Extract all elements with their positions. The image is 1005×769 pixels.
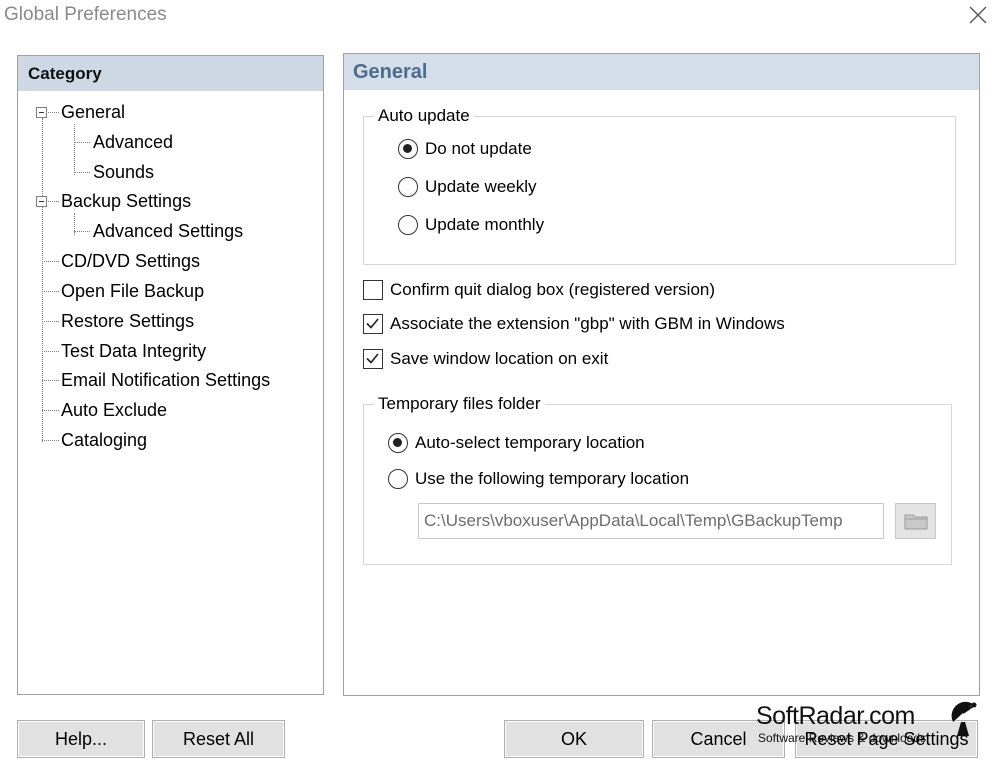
auto-update-group-title: Auto update	[374, 106, 474, 126]
radio-label: Auto-select temporary location	[415, 433, 645, 452]
tree-item-email-notification-settings[interactable]: Email Notification Settings	[61, 369, 270, 391]
tree-connector	[42, 261, 59, 262]
checkbox-label: Save window location on exit	[390, 349, 609, 368]
tree-connector	[74, 231, 90, 232]
temp-location-input[interactable]: C:\Users\vboxuser\AppData\Local\Temp\GBa…	[418, 503, 884, 539]
tree-root-line	[42, 118, 43, 442]
tree-item-cataloging[interactable]: Cataloging	[61, 429, 147, 451]
radio-label: Update weekly	[425, 177, 537, 196]
category-header: Category	[18, 56, 323, 91]
minus-box-icon[interactable]	[36, 196, 47, 207]
softradar-watermark: SoftRadar.com Software Reviews & downloa…	[752, 701, 987, 752]
temp-folder-group-title: Temporary files folder	[374, 394, 545, 414]
help-button[interactable]: Help...	[17, 720, 145, 758]
radio-label: Update monthly	[425, 215, 545, 234]
tree-connector	[42, 351, 59, 352]
tree-connector	[42, 410, 59, 411]
checkbox[interactable]	[363, 314, 383, 334]
tree-connector	[42, 321, 59, 322]
tree-item-sounds[interactable]: Sounds	[93, 161, 154, 183]
folder-icon	[904, 514, 927, 530]
page-title: General	[344, 54, 979, 90]
watermark-title: SoftRadar.com	[756, 702, 915, 730]
title-bar: Global Preferences	[0, 0, 1005, 32]
browse-folder-button[interactable]	[895, 503, 936, 539]
checkmark-icon	[366, 318, 379, 329]
satellite-dish-icon	[951, 701, 977, 736]
radio-do-not-update[interactable]: Do not update	[398, 139, 532, 159]
checkbox[interactable]	[363, 349, 383, 369]
category-panel: Category General Advanced Sounds Backup …	[17, 55, 324, 695]
radio-update-weekly[interactable]: Update weekly	[398, 177, 537, 197]
radio-button[interactable]	[398, 177, 418, 197]
tree-connector	[42, 380, 59, 381]
reset-all-button[interactable]: Reset All	[152, 720, 285, 758]
checkbox-label: Associate the extension "gbp" with GBM i…	[390, 314, 785, 333]
radio-auto-select-temp[interactable]: Auto-select temporary location	[388, 433, 645, 453]
tree-connector	[42, 291, 59, 292]
tree-connector	[42, 440, 59, 441]
check-confirm-quit[interactable]: Confirm quit dialog box (registered vers…	[363, 280, 715, 300]
tree-item-restore-settings[interactable]: Restore Settings	[61, 310, 194, 332]
global-preferences-window: Global Preferences Category General Adva…	[0, 0, 1005, 769]
tree-item-cd-dvd-settings[interactable]: CD/DVD Settings	[61, 250, 200, 272]
general-settings-panel: General Auto update Do not update Update…	[343, 53, 980, 696]
radio-button[interactable]	[398, 139, 418, 159]
radio-button[interactable]	[398, 215, 418, 235]
ok-button[interactable]: OK	[504, 720, 644, 758]
radio-button[interactable]	[388, 469, 408, 489]
checkmark-icon	[366, 353, 379, 364]
tree-connector	[48, 112, 59, 113]
tree-item-advanced[interactable]: Advanced	[93, 131, 173, 153]
window-title: Global Preferences	[4, 4, 167, 25]
tree-item-test-data-integrity[interactable]: Test Data Integrity	[61, 340, 206, 362]
radio-label: Use the following temporary location	[415, 469, 690, 488]
radio-label: Do not update	[425, 139, 532, 158]
tree-branch-line	[74, 124, 75, 175]
checkbox[interactable]	[363, 280, 383, 300]
tree-item-backup-settings[interactable]: Backup Settings	[61, 190, 191, 212]
tree-item-open-file-backup[interactable]: Open File Backup	[61, 280, 204, 302]
tree-connector	[48, 201, 59, 202]
check-associate-extension[interactable]: Associate the extension "gbp" with GBM i…	[363, 314, 785, 334]
radio-button[interactable]	[388, 433, 408, 453]
close-button[interactable]	[958, 0, 998, 30]
radio-use-following-temp[interactable]: Use the following temporary location	[388, 469, 689, 489]
checkbox-label: Confirm quit dialog box (registered vers…	[390, 280, 716, 299]
tree-item-advanced-settings[interactable]: Advanced Settings	[93, 220, 243, 242]
tree-connector	[74, 172, 90, 173]
check-save-window-location[interactable]: Save window location on exit	[363, 349, 608, 369]
category-tree: General Advanced Sounds Backup Settings …	[18, 91, 323, 691]
radio-update-monthly[interactable]: Update monthly	[398, 215, 544, 235]
minus-box-icon[interactable]	[36, 107, 47, 118]
tree-item-general[interactable]: General	[61, 101, 125, 123]
tree-item-auto-exclude[interactable]: Auto Exclude	[61, 399, 167, 421]
close-icon	[969, 6, 987, 24]
tree-connector	[74, 142, 90, 143]
watermark-subtitle: Software Reviews & downloads	[758, 731, 927, 745]
